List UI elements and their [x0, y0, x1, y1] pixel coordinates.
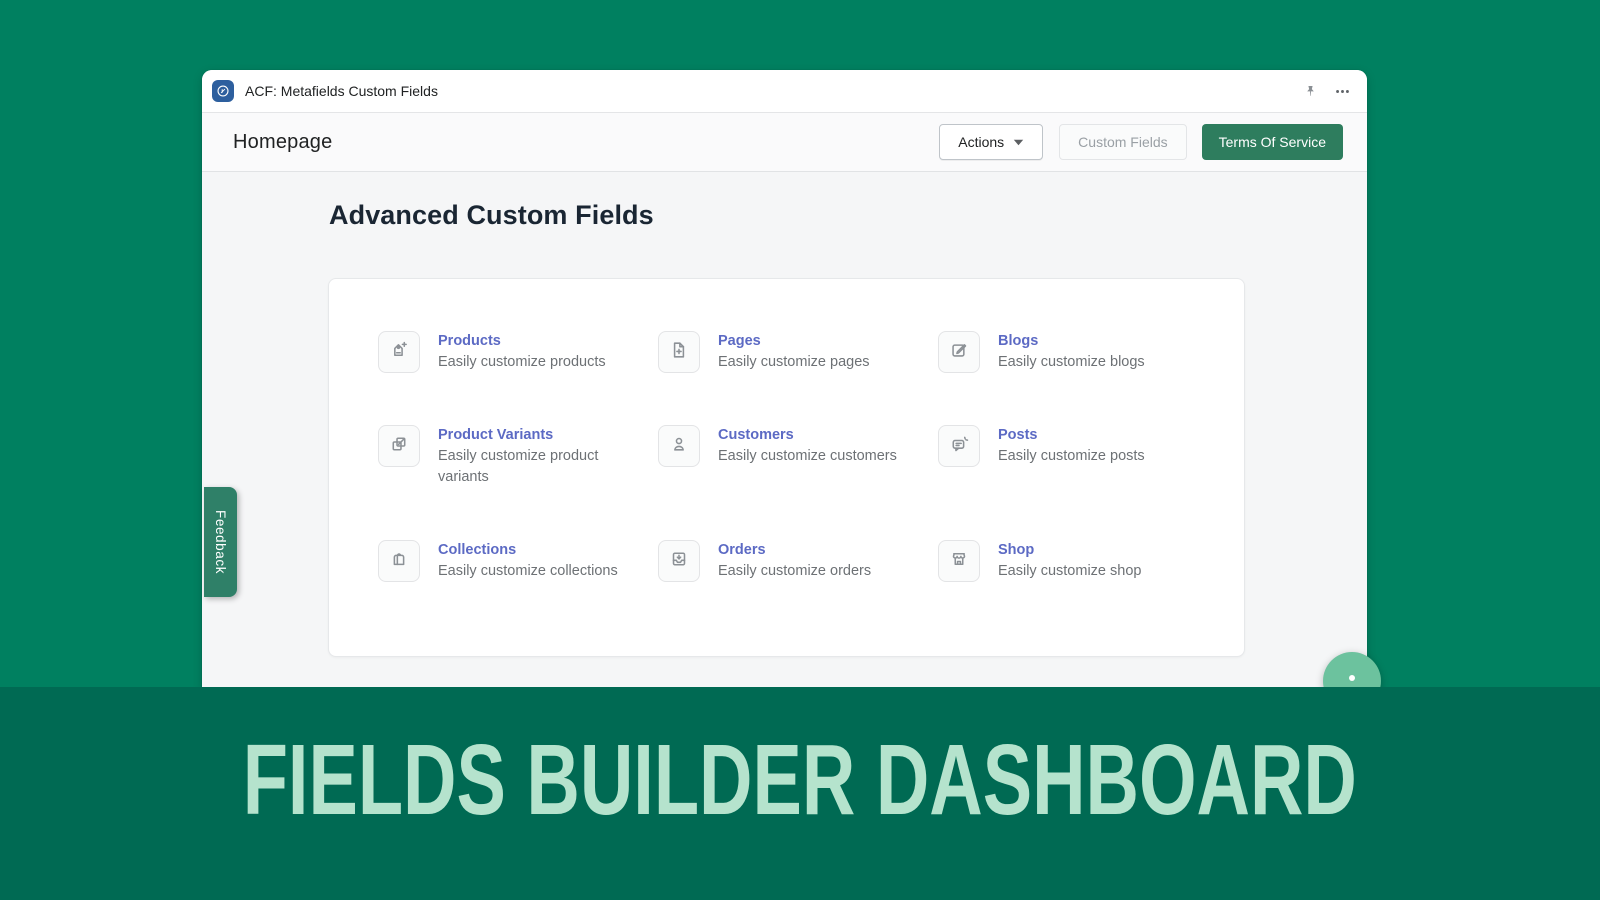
- pin-icon[interactable]: [1301, 82, 1319, 100]
- grid-item-blogs: Blogs Easily customize blogs: [938, 331, 1218, 373]
- app-title: ACF: Metafields Custom Fields: [245, 83, 438, 99]
- item-icon-box: [658, 540, 700, 582]
- item-subtitle: Easily customize blogs: [998, 352, 1180, 373]
- posts-icon: [948, 433, 970, 460]
- desktop-background: { "app": { "titlebar": { "title": "ACF: …: [0, 0, 1600, 900]
- terms-of-service-button[interactable]: Terms Of Service: [1202, 124, 1343, 160]
- chevron-down-icon: [1013, 139, 1024, 146]
- app-titlebar: ACF: Metafields Custom Fields: [202, 70, 1367, 113]
- item-subtitle: Easily customize shop: [998, 561, 1180, 582]
- app-window: ACF: Metafields Custom Fields Homepage A…: [202, 70, 1367, 690]
- products-icon: [388, 339, 410, 366]
- item-title-link[interactable]: Product Variants: [438, 425, 553, 446]
- item-title-link[interactable]: Pages: [718, 331, 761, 352]
- item-title-link[interactable]: Posts: [998, 425, 1038, 446]
- grid-item-customers: Customers Easily customize customers: [658, 425, 938, 488]
- app-logo-icon: [212, 80, 234, 102]
- grid-item-shop: Shop Easily customize shop: [938, 540, 1218, 582]
- chat-launcher-dot-icon: [1349, 675, 1355, 681]
- item-title-link[interactable]: Blogs: [998, 331, 1038, 352]
- shop-icon: [948, 548, 970, 575]
- grid-item-product-variants: Product Variants Easily customize produc…: [378, 425, 658, 488]
- item-icon-box: [658, 425, 700, 467]
- actions-button[interactable]: Actions: [939, 124, 1043, 160]
- item-icon-box: [938, 331, 980, 373]
- orders-icon: [668, 548, 690, 575]
- item-subtitle: Easily customize product variants: [438, 446, 620, 488]
- product-variants-icon: [388, 433, 410, 460]
- customers-icon: [668, 433, 690, 460]
- page-content: Advanced Custom Fields: [202, 172, 1367, 231]
- feedback-tab-label: Feedback: [213, 510, 228, 574]
- collections-icon: [388, 548, 410, 575]
- page-toolbar: Homepage Actions Custom Fields Terms Of …: [202, 113, 1367, 172]
- item-icon-box: [938, 540, 980, 582]
- bottom-banner: FIELDS BUILDER DASHBOARD: [0, 687, 1600, 900]
- page-heading: Homepage: [233, 131, 332, 154]
- features-grid: Products Easily customize products Pages…: [378, 331, 1244, 582]
- item-subtitle: Easily customize orders: [718, 561, 900, 582]
- grid-item-products: Products Easily customize products: [378, 331, 658, 373]
- item-title-link[interactable]: Products: [438, 331, 501, 352]
- item-icon-box: [658, 331, 700, 373]
- blogs-icon: [948, 339, 970, 366]
- item-subtitle: Easily customize pages: [718, 352, 900, 373]
- item-icon-box: [378, 540, 420, 582]
- grid-item-pages: Pages Easily customize pages: [658, 331, 938, 373]
- item-icon-box: [378, 331, 420, 373]
- grid-item-collections: Collections Easily customize collections: [378, 540, 658, 582]
- page-title: Advanced Custom Fields: [329, 200, 1367, 231]
- item-subtitle: Easily customize collections: [438, 561, 620, 582]
- item-icon-box: [938, 425, 980, 467]
- custom-fields-button[interactable]: Custom Fields: [1059, 124, 1186, 160]
- grid-item-posts: Posts Easily customize posts: [938, 425, 1218, 488]
- item-title-link[interactable]: Customers: [718, 425, 794, 446]
- more-icon[interactable]: [1333, 82, 1351, 100]
- item-subtitle: Easily customize customers: [718, 446, 900, 467]
- banner-title: FIELDS BUILDER DASHBOARD: [243, 723, 1357, 838]
- item-subtitle: Easily customize products: [438, 352, 620, 373]
- features-card: Products Easily customize products Pages…: [328, 278, 1245, 657]
- item-subtitle: Easily customize posts: [998, 446, 1180, 467]
- item-icon-box: [378, 425, 420, 467]
- feedback-tab[interactable]: Feedback: [204, 487, 237, 597]
- item-title-link[interactable]: Collections: [438, 540, 516, 561]
- pages-icon: [668, 339, 690, 366]
- grid-item-orders: Orders Easily customize orders: [658, 540, 938, 582]
- item-title-link[interactable]: Orders: [718, 540, 766, 561]
- item-title-link[interactable]: Shop: [998, 540, 1034, 561]
